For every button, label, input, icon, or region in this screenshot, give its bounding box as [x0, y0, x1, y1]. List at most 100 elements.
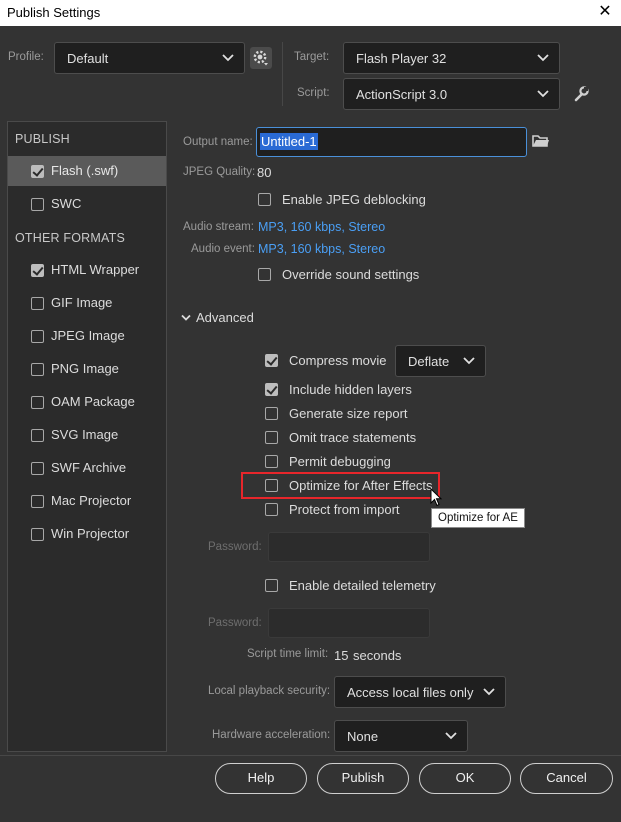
jpeg-image-checkbox[interactable]	[31, 330, 44, 343]
mac-projector-checkbox[interactable]	[31, 495, 44, 508]
option-label: Permit debugging	[289, 454, 391, 469]
swc-checkbox[interactable]	[31, 198, 44, 211]
password-input[interactable]	[268, 532, 430, 562]
sidebar-item-gif-image[interactable]: GIF Image	[8, 288, 166, 318]
audio-stream-label: Audio stream:	[183, 221, 254, 233]
sidebar-item-label: Flash (.swf)	[51, 163, 119, 178]
sidebar-item-label: SWF Archive	[51, 460, 127, 475]
sidebar-item-html-wrapper[interactable]: HTML Wrapper	[8, 255, 166, 285]
browse-folder-button[interactable]	[532, 133, 550, 149]
publish-header: PUBLISH	[15, 132, 70, 146]
override-sound-checkbox[interactable]	[258, 268, 271, 281]
option-label: Omit trace statements	[289, 430, 417, 445]
advanced-label: Advanced	[196, 310, 254, 325]
swf-archive-checkbox[interactable]	[31, 462, 44, 475]
compression-value: Deflate	[408, 354, 450, 369]
svg-image-checkbox[interactable]	[31, 429, 44, 442]
sidebar-item-label: SVG Image	[51, 427, 119, 442]
sidebar-item-win-projector[interactable]: Win Projector	[8, 519, 166, 549]
close-icon[interactable]: ✕	[597, 3, 613, 21]
password-label: Password:	[208, 541, 262, 553]
sidebar-item-jpeg-image[interactable]: JPEG Image	[8, 321, 166, 351]
sidebar-item-label: OAM Package	[51, 394, 135, 409]
output-name-value: Untitled-1	[260, 133, 318, 150]
chevron-down-icon	[445, 732, 457, 740]
optimize-after-effects-checkbox[interactable]	[265, 479, 278, 492]
gif-image-checkbox[interactable]	[31, 297, 44, 310]
sidebar-item-label: Mac Projector	[51, 493, 132, 508]
cancel-button[interactable]: Cancel	[520, 763, 613, 794]
include-hidden-layers-checkbox[interactable]	[265, 383, 278, 396]
sidebar-item-label: Win Projector	[51, 526, 130, 541]
local-playback-label: Local playback security:	[208, 685, 331, 697]
gear-icon	[253, 50, 268, 66]
ok-button[interactable]: OK	[419, 763, 511, 794]
compression-select[interactable]: Deflate	[395, 345, 486, 377]
profile-select[interactable]: Default	[54, 42, 245, 74]
generate-size-report-checkbox[interactable]	[265, 407, 278, 420]
cursor-icon	[430, 488, 443, 507]
audio-stream-link[interactable]: MP3, 160 kbps, Stereo	[258, 220, 385, 234]
profile-settings-button[interactable]	[250, 47, 272, 69]
sidebar-item-flash[interactable]: Flash (.swf)	[8, 156, 166, 186]
top-divider	[282, 42, 283, 106]
jpeg-quality-value[interactable]: 80	[257, 165, 271, 180]
profile-label: Profile:	[8, 51, 44, 63]
tooltip: Optimize for AE	[431, 508, 525, 528]
help-button[interactable]: Help	[215, 763, 307, 794]
option-label: Override sound settings	[282, 267, 420, 282]
compress-movie-checkbox[interactable]	[265, 354, 278, 367]
title-bar: Publish Settings ✕	[0, 0, 621, 26]
protect-from-import-checkbox[interactable]	[265, 503, 278, 516]
sidebar-item-swf-archive[interactable]: SWF Archive	[8, 453, 166, 483]
chevron-down-icon	[463, 357, 475, 365]
option-label: Enable detailed telemetry	[289, 578, 436, 593]
window-title: Publish Settings	[7, 5, 101, 20]
hardware-acceleration-value: None	[347, 729, 379, 744]
option-label: Include hidden layers	[289, 382, 412, 397]
sidebar-item-swc[interactable]: SWC	[8, 189, 166, 219]
permit-debugging-checkbox[interactable]	[265, 455, 278, 468]
telemetry-password-label: Password:	[208, 617, 262, 629]
advanced-toggle[interactable]: Advanced	[181, 310, 261, 328]
sidebar-item-svg-image[interactable]: SVG Image	[8, 420, 166, 450]
sidebar-item-label: JPEG Image	[51, 328, 125, 343]
chevron-down-icon	[181, 314, 191, 321]
script-value: ActionScript 3.0	[356, 87, 448, 102]
html-wrapper-checkbox[interactable]	[31, 264, 44, 277]
sidebar-item-label: GIF Image	[51, 295, 113, 310]
audio-event-link[interactable]: MP3, 160 kbps, Stereo	[258, 242, 385, 256]
jpeg-quality-label: JPEG Quality:	[183, 166, 256, 178]
script-time-label: Script time limit:	[247, 648, 329, 660]
chevron-down-icon	[537, 90, 549, 98]
target-select[interactable]: Flash Player 32	[343, 42, 560, 74]
oam-package-checkbox[interactable]	[31, 396, 44, 409]
publish-button[interactable]: Publish	[317, 763, 409, 794]
script-time-unit: seconds	[353, 648, 402, 663]
hardware-acceleration-select[interactable]: None	[334, 720, 468, 752]
enable-jpeg-deblocking-checkbox[interactable]	[258, 193, 271, 206]
script-time-value[interactable]: 15	[334, 648, 348, 663]
enable-telemetry-checkbox[interactable]	[265, 579, 278, 592]
telemetry-password-input[interactable]	[268, 608, 430, 638]
sidebar-item-png-image[interactable]: PNG Image	[8, 354, 166, 384]
win-projector-checkbox[interactable]	[31, 528, 44, 541]
sidebar-item-label: PNG Image	[51, 361, 119, 376]
option-label: Optimize for After Effects	[289, 478, 433, 493]
sidebar-item-mac-projector[interactable]: Mac Projector	[8, 486, 166, 516]
png-image-checkbox[interactable]	[31, 363, 44, 376]
target-label: Target:	[294, 51, 330, 63]
sidebar-item-oam-package[interactable]: OAM Package	[8, 387, 166, 417]
hardware-acceleration-label: Hardware acceleration:	[212, 729, 331, 741]
script-select[interactable]: ActionScript 3.0	[343, 78, 560, 110]
omit-trace-checkbox[interactable]	[265, 431, 278, 444]
other-formats-header: OTHER FORMATS	[15, 231, 126, 245]
footer-divider	[0, 755, 621, 756]
actionscript-settings-button[interactable]	[572, 85, 590, 103]
flash-checkbox[interactable]	[31, 165, 44, 178]
local-playback-select[interactable]: Access local files only	[334, 676, 506, 708]
format-sidebar: PUBLISH Flash (.swf) SWC OTHER FORMATS H…	[7, 121, 167, 752]
output-name-input[interactable]: Untitled-1	[256, 127, 527, 157]
option-label: Generate size report	[289, 406, 408, 421]
option-label: Enable JPEG deblocking	[282, 192, 426, 207]
